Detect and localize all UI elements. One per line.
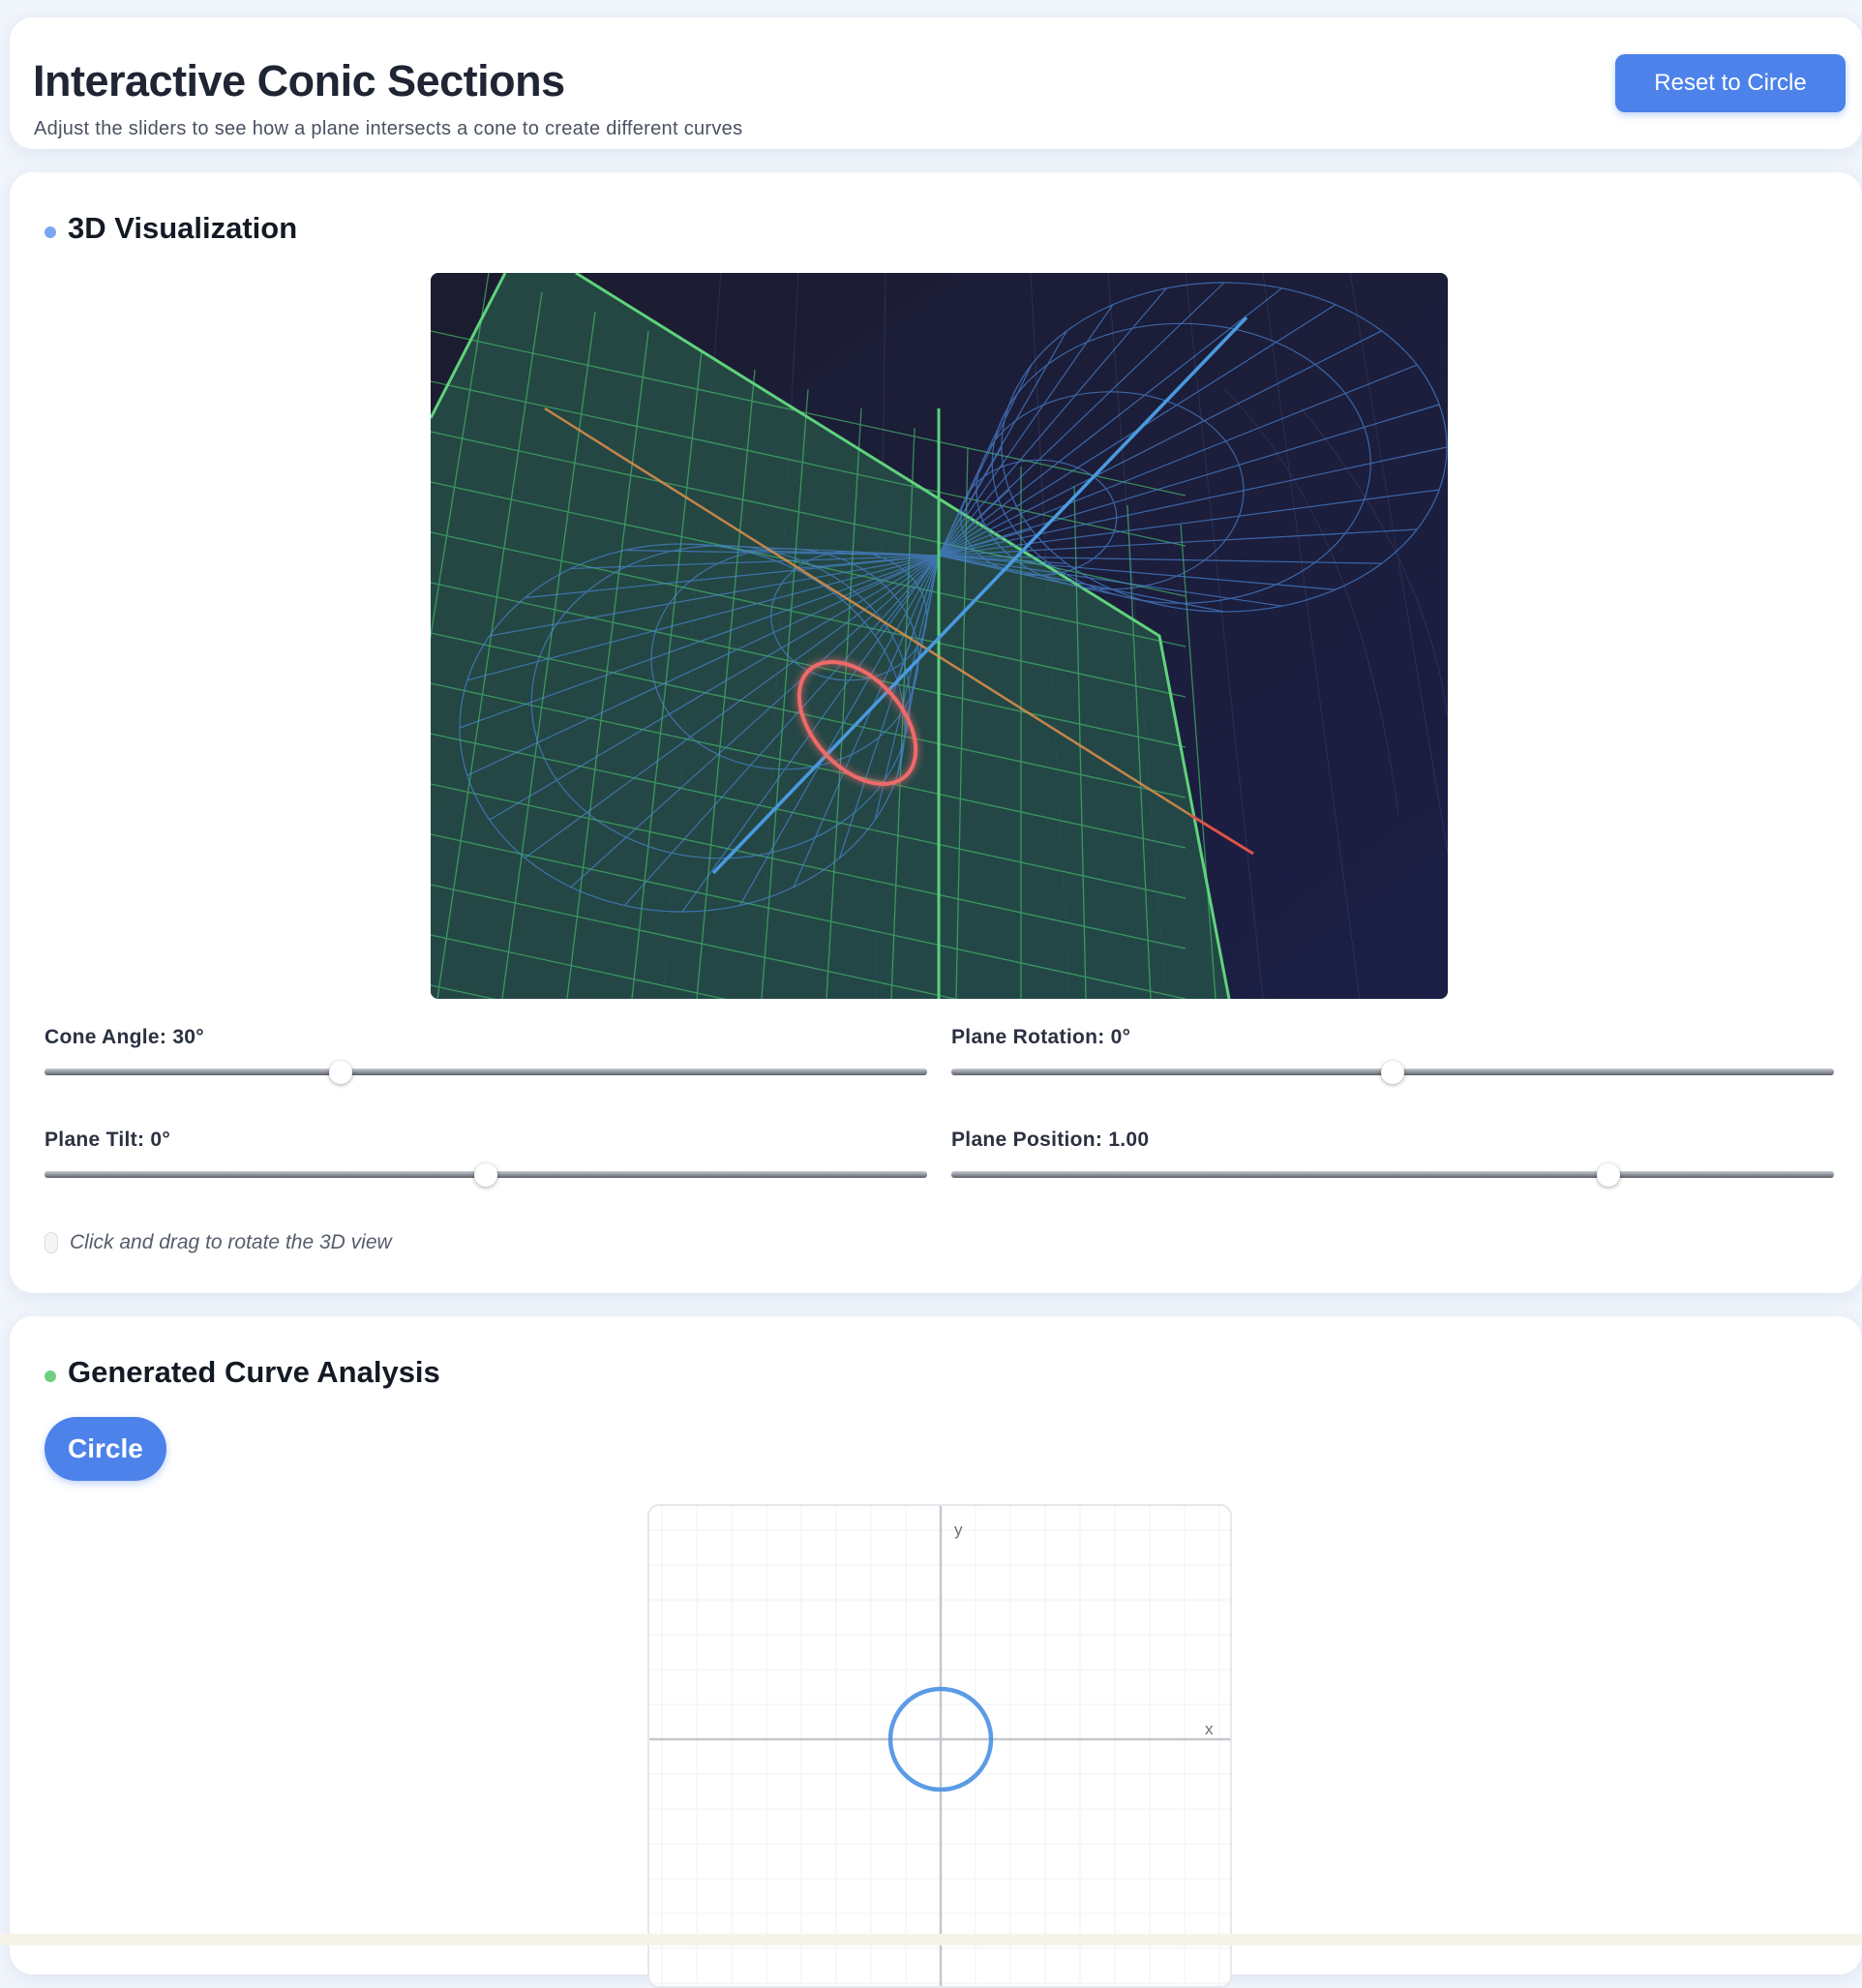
x-axis-label: x [1205, 1720, 1214, 1738]
plane-rotation-label: Plane Rotation: 0° [951, 1026, 1131, 1048]
section-dot-icon [45, 1371, 56, 1382]
cone-angle-slider-group: Cone Angle: 30° [45, 1026, 927, 1084]
cone-angle-label: Cone Angle: 30° [45, 1026, 204, 1048]
plane-position-track[interactable] [951, 1171, 1834, 1178]
visualization-card: 3D Visualization Cone Angle: 30° Plane R… [10, 172, 1862, 1293]
cone-angle-track[interactable] [45, 1069, 927, 1075]
plane-rotation-slider-group: Plane Rotation: 0° [951, 1026, 1834, 1084]
plane-position-slider-group: Plane Position: 1.00 [951, 1129, 1834, 1187]
plane-tilt-slider-group: Plane Tilt: 0° [45, 1129, 927, 1187]
header-card: Interactive Conic Sections Adjust the sl… [10, 17, 1862, 149]
3d-scene[interactable] [431, 273, 1448, 999]
curve-plot-svg: x y [649, 1506, 1230, 1986]
analysis-card: Generated Curve Analysis Circle x y [10, 1316, 1862, 1988]
cone-angle-thumb[interactable] [328, 1061, 352, 1084]
rotate-hint: Click and drag to rotate the 3D view [45, 1231, 392, 1254]
page-title: Interactive Conic Sections [33, 56, 565, 105]
section-dot-icon [45, 226, 56, 238]
mouse-icon [45, 1232, 58, 1253]
plane-tilt-thumb[interactable] [474, 1163, 497, 1187]
reset-to-circle-button[interactable]: Reset to Circle [1615, 54, 1846, 112]
curve-type-badge: Circle [45, 1417, 166, 1481]
plane-position-label: Plane Position: 1.00 [951, 1129, 1150, 1151]
analysis-title: Generated Curve Analysis [68, 1355, 440, 1389]
curve-plot: x y [647, 1504, 1232, 1988]
y-axis-label: y [954, 1521, 963, 1539]
plane-rotation-thumb[interactable] [1381, 1061, 1404, 1084]
3d-viewport[interactable] [431, 273, 1448, 999]
visualization-title: 3D Visualization [68, 211, 298, 245]
page-subtitle: Adjust the sliders to see how a plane in… [34, 118, 743, 139]
rotate-hint-text: Click and drag to rotate the 3D view [70, 1231, 392, 1253]
plane-position-thumb[interactable] [1597, 1163, 1621, 1187]
bottom-strip [0, 1934, 1862, 1945]
plane-tilt-label: Plane Tilt: 0° [45, 1129, 171, 1151]
